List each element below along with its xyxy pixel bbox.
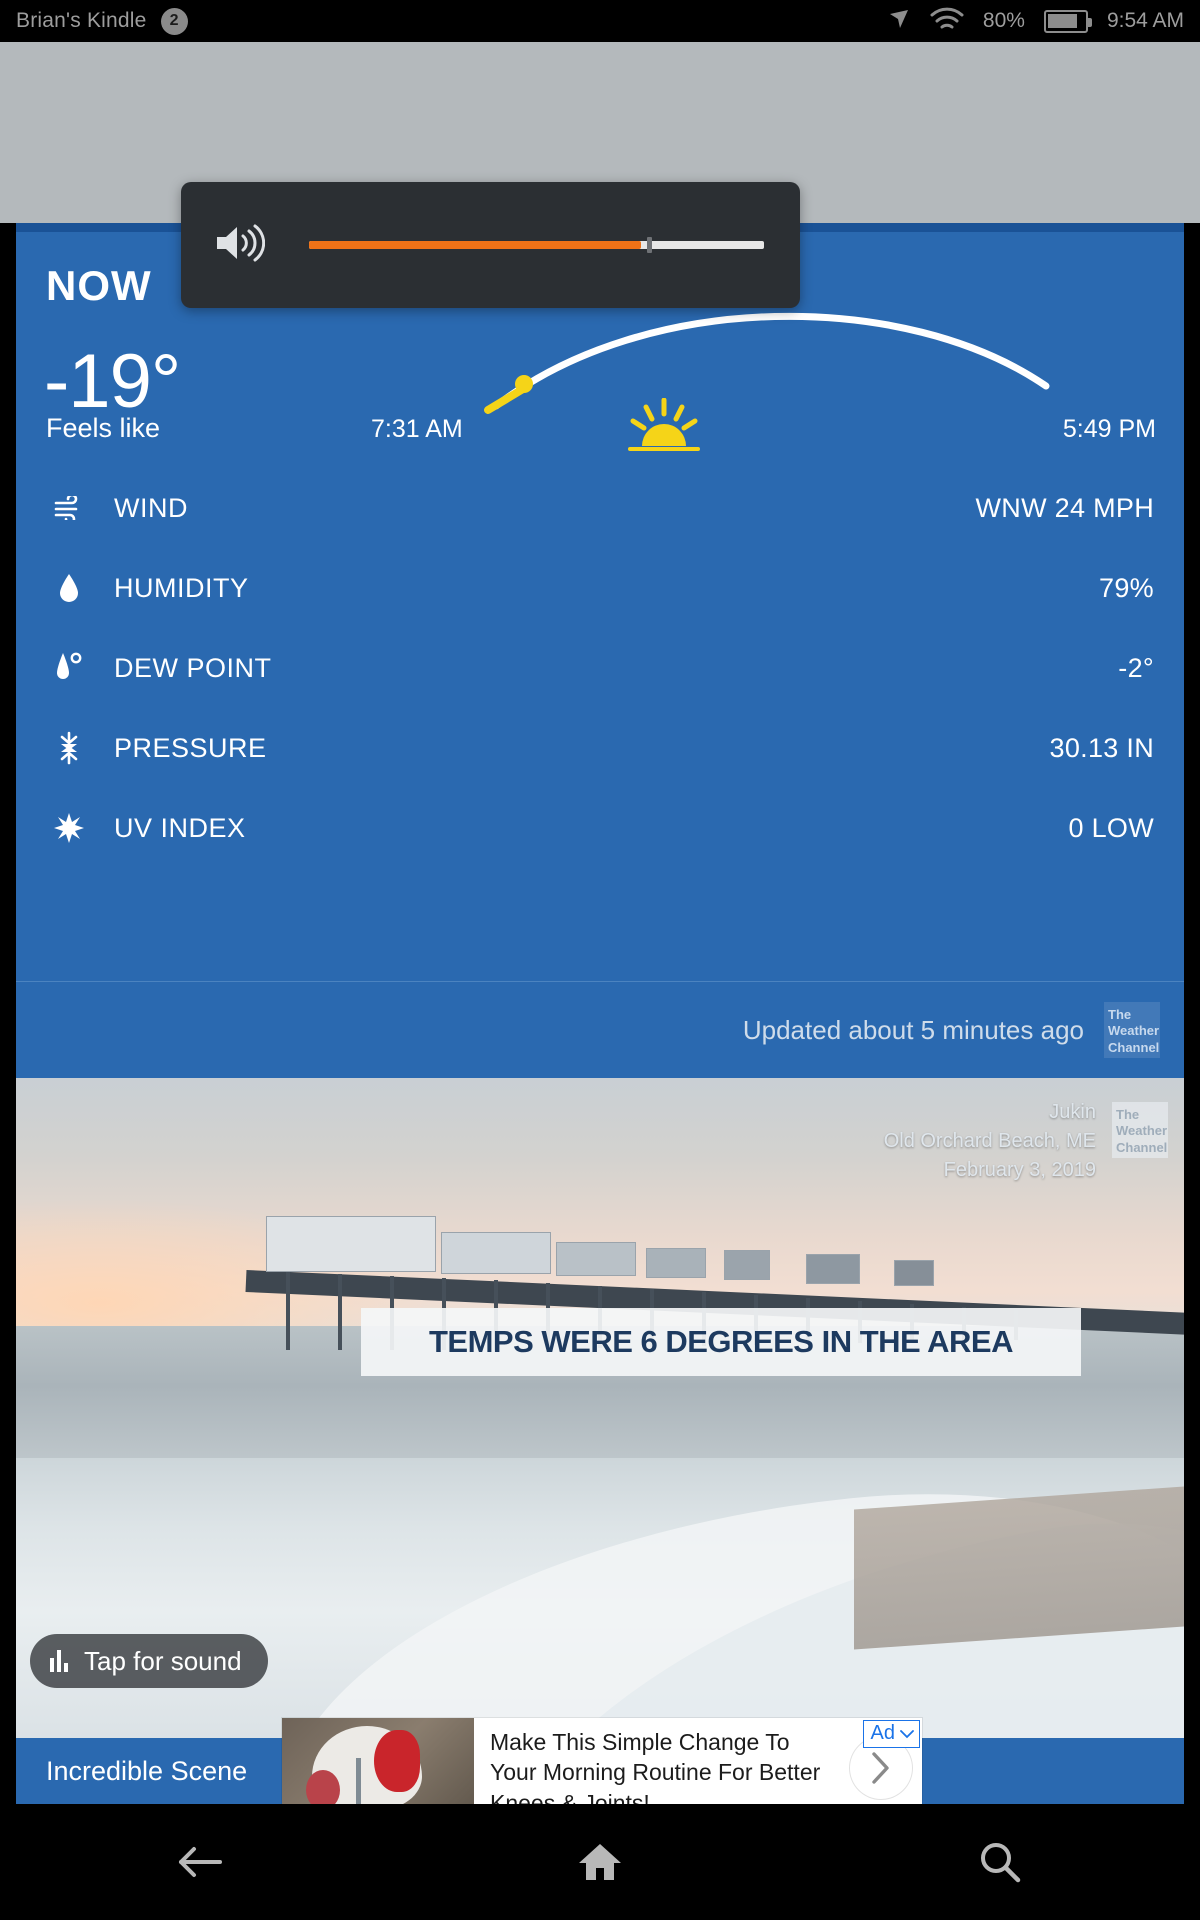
ad-headline[interactable]: Make This Simple Change To Your Morning … [474, 1718, 850, 1818]
video-credit-location: Old Orchard Beach, ME [883, 1130, 1096, 1152]
feels-like-label: Feels like [46, 413, 161, 443]
wind-icon [46, 496, 92, 520]
back-arrow-icon[interactable] [140, 1842, 260, 1882]
sunrise-time: 7:31 AM [371, 415, 463, 443]
ad-label-text: Ad [870, 1722, 895, 1744]
video-weather-channel-logo: The Weather Channel [1112, 1102, 1168, 1158]
video-player[interactable]: Jukin Old Orchard Beach, ME February 3, … [16, 1078, 1184, 1738]
detail-value: 79% [1099, 572, 1154, 603]
home-icon[interactable] [540, 1841, 660, 1883]
pressure-icon [46, 731, 92, 765]
dew-point-icon [46, 651, 92, 685]
sunset-time: 5:49 PM [1062, 415, 1156, 443]
detail-row-uv-index[interactable]: UV INDEX 0 LOW [16, 788, 1184, 868]
sun-arc-graphic [484, 312, 1050, 414]
detail-label: WIND [114, 492, 188, 523]
now-label: NOW [46, 262, 152, 309]
video-title-text: Incredible Scene [46, 1755, 248, 1786]
battery-percent: 80% [982, 9, 1025, 32]
detail-label: PRESSURE [114, 732, 267, 763]
photo-sand [854, 1486, 1184, 1650]
clock-time: 9:54 AM [1106, 9, 1184, 32]
current-temperature: -19° [44, 339, 181, 424]
video-credit-source: Jukin [1049, 1101, 1096, 1123]
knee-joint-model-image [282, 1718, 474, 1818]
ad-banner[interactable]: Make This Simple Change To Your Morning … [282, 1718, 922, 1818]
pier-building [724, 1250, 770, 1280]
video-caption-text: TEMPS WERE 6 DEGREES IN THE AREA [429, 1324, 1014, 1359]
detail-value: WNW 24 MPH [975, 492, 1154, 523]
updated-status-bar: Updated about 5 minutes ago The Weather Ch… [16, 981, 1184, 1078]
pier-building [266, 1216, 436, 1272]
video-credit-date: February 3, 2019 [943, 1159, 1096, 1181]
uv-index-sun-icon [46, 813, 92, 843]
detail-label: HUMIDITY [114, 572, 249, 603]
sunrise-sun-icon [626, 398, 702, 454]
updated-text: Updated about 5 minutes ago [742, 1014, 1084, 1045]
volume-slider-fill [309, 241, 642, 249]
device-name: Brian's Kindle [16, 9, 147, 32]
search-icon[interactable] [940, 1840, 1060, 1884]
detail-row-pressure[interactable]: PRESSURE 30.13 IN [16, 708, 1184, 788]
pier-piling [286, 1272, 290, 1350]
notification-badge[interactable]: 2 [160, 7, 188, 35]
detail-row-wind[interactable]: WIND WNW 24 MPH [16, 468, 1184, 548]
sun-arc-widget: 7:31 AM 5:49 PM [346, 298, 1176, 451]
pier-piling [338, 1274, 342, 1350]
volume-slider[interactable] [309, 237, 764, 253]
weather-details-list: WIND WNW 24 MPH HUMIDITY 79% DEW POINT -… [16, 468, 1184, 868]
pier-building [894, 1260, 934, 1286]
location-arrow-icon [887, 7, 911, 36]
ad-label-badge[interactable]: Ad [862, 1720, 920, 1748]
volume-slider-knob[interactable] [647, 237, 653, 253]
battery-icon [1043, 9, 1092, 33]
status-bar: Brian's Kindle 2 80% 9:54 AM [0, 0, 1200, 42]
humidity-droplet-icon [46, 572, 92, 604]
system-nav-bar [0, 1804, 1200, 1920]
pier-building [646, 1248, 706, 1278]
pier-building [806, 1254, 860, 1284]
volume-overlay[interactable] [181, 182, 800, 308]
tap-for-sound-button[interactable]: Tap for sound [30, 1634, 268, 1688]
detail-value: 0 LOW [1068, 812, 1154, 843]
volume-speaker-icon[interactable] [213, 221, 266, 270]
weather-channel-logo: The Weather Channel [1104, 1002, 1160, 1058]
detail-row-humidity[interactable]: HUMIDITY 79% [16, 548, 1184, 628]
audio-bars-icon [50, 1650, 68, 1672]
tap-for-sound-label: Tap for sound [84, 1645, 242, 1676]
pier-building [441, 1232, 551, 1274]
video-credit: Jukin Old Orchard Beach, ME February 3, … [884, 1098, 1096, 1185]
pier-building [556, 1242, 636, 1276]
detail-label: UV INDEX [114, 812, 246, 843]
video-caption-bar: TEMPS WERE 6 DEGREES IN THE AREA [361, 1308, 1081, 1376]
wifi-icon [930, 6, 964, 37]
detail-row-dew-point[interactable]: DEW POINT -2° [16, 628, 1184, 708]
detail-value: 30.13 IN [1049, 732, 1154, 763]
detail-value: -2° [1118, 652, 1154, 683]
detail-label: DEW POINT [114, 652, 272, 683]
chevron-down-icon [900, 1722, 914, 1745]
weather-now-card[interactable]: NOW -19° Feels like 7:31 AM 5:49 PM WIND… [16, 223, 1184, 1078]
